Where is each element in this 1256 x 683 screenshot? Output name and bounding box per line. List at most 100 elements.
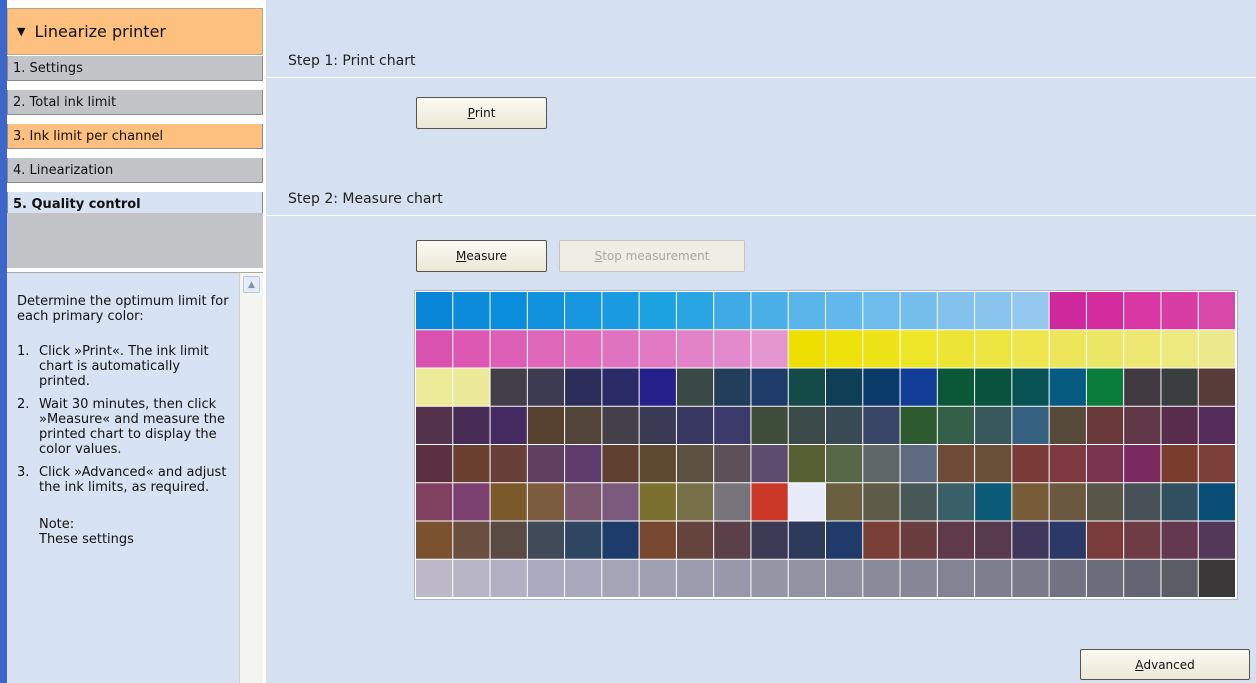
- color-patch: [453, 292, 490, 330]
- color-patch: [1086, 445, 1124, 483]
- color-patch: [1012, 521, 1049, 559]
- color-patch: [900, 330, 937, 368]
- color-patch: [900, 521, 937, 559]
- color-patch: [714, 521, 751, 559]
- color-patch: [565, 559, 602, 597]
- advanced-button-label: dvanced: [1143, 657, 1195, 672]
- color-patch: [527, 330, 565, 368]
- color-patch: [676, 406, 714, 444]
- color-patch: [1124, 559, 1161, 597]
- color-patch: [863, 445, 900, 483]
- color-patch: [639, 330, 676, 368]
- help-note: Note: These settings: [17, 517, 229, 547]
- color-patch: [1049, 559, 1086, 597]
- color-patch: [1198, 368, 1235, 406]
- color-patch: [416, 483, 453, 521]
- help-step-text: Click »Advanced« and adjust the ink limi…: [39, 465, 227, 495]
- color-patch: [900, 292, 937, 330]
- color-patch: [1198, 292, 1235, 330]
- color-patch: [714, 445, 751, 483]
- color-patch: [975, 330, 1012, 368]
- color-patch: [863, 330, 900, 368]
- help-scrollbar[interactable]: ▲: [239, 273, 263, 683]
- color-patch: [453, 368, 490, 406]
- measure-button[interactable]: Measure: [416, 240, 547, 272]
- color-patch: [788, 406, 825, 444]
- color-patch: [1124, 483, 1161, 521]
- sidebar-item-label: 4. Linearization: [13, 162, 114, 178]
- color-patch: [602, 406, 639, 444]
- advanced-button[interactable]: Advanced: [1080, 649, 1250, 680]
- color-patch: [714, 330, 751, 368]
- help-step-text: Wait 30 minutes, then click »Measure« an…: [39, 397, 226, 457]
- color-patch: [937, 330, 975, 368]
- color-patch: [863, 483, 900, 521]
- collapse-triangle-icon[interactable]: ▼: [17, 25, 25, 38]
- color-patch: [1049, 445, 1086, 483]
- color-patch: [602, 368, 639, 406]
- scroll-up-arrow-icon[interactable]: ▲: [243, 276, 260, 293]
- step1-title: Step 1: Print chart: [288, 53, 416, 69]
- color-patch: [527, 483, 565, 521]
- color-patch: [1086, 559, 1124, 597]
- color-patch: [975, 368, 1012, 406]
- color-patch: [1124, 368, 1161, 406]
- color-patch: [900, 368, 937, 406]
- color-patch: [1049, 406, 1086, 444]
- color-patch: [751, 406, 788, 444]
- color-patch: [527, 559, 565, 597]
- color-patch: [788, 292, 825, 330]
- window-left-edge: [0, 0, 7, 683]
- color-patch: [602, 330, 639, 368]
- color-patch: [527, 292, 565, 330]
- color-patch: [639, 483, 676, 521]
- section-header[interactable]: ▼ Linearize printer: [7, 8, 263, 55]
- color-patch: [453, 406, 490, 444]
- help-note-text: These settings: [39, 532, 134, 547]
- print-button[interactable]: Print: [416, 97, 547, 129]
- color-patch: [1049, 483, 1086, 521]
- color-patch: [788, 483, 825, 521]
- color-patch: [639, 406, 676, 444]
- color-patch: [416, 445, 453, 483]
- stop-measurement-button[interactable]: Stop measurement: [559, 240, 745, 272]
- color-patch: [1012, 483, 1049, 521]
- help-step: 3. Click »Advanced« and adjust the ink l…: [17, 465, 229, 495]
- color-patch: [1012, 406, 1049, 444]
- help-panel: Determine the optimum limit for each pri…: [7, 272, 263, 683]
- sidebar-item-settings[interactable]: 1. Settings: [7, 56, 263, 81]
- color-patch: [751, 559, 788, 597]
- color-patch: [751, 521, 788, 559]
- color-patch: [639, 521, 676, 559]
- color-patch: [565, 483, 602, 521]
- color-patch: [900, 559, 937, 597]
- color-patch: [1086, 483, 1124, 521]
- color-patch: [788, 445, 825, 483]
- color-patch: [602, 483, 639, 521]
- color-patch: [416, 330, 453, 368]
- color-patch: [937, 521, 975, 559]
- color-patch: [602, 521, 639, 559]
- color-patch: [1161, 330, 1198, 368]
- color-patch-grid: [416, 292, 1235, 597]
- color-patch: [639, 292, 676, 330]
- sidebar-item-label: 1. Settings: [13, 60, 83, 76]
- color-patch: [826, 292, 863, 330]
- color-patch: [714, 559, 751, 597]
- color-patch: [975, 292, 1012, 330]
- color-patch: [676, 521, 714, 559]
- color-patch: [639, 445, 676, 483]
- color-patch: [1012, 368, 1049, 406]
- sidebar-item-ink-limit-per-channel[interactable]: 3. Ink limit per channel: [7, 124, 263, 149]
- color-patch: [714, 368, 751, 406]
- color-patch: [826, 521, 863, 559]
- sidebar-item-linearization[interactable]: 4. Linearization: [7, 158, 263, 183]
- color-patch: [975, 406, 1012, 444]
- color-patch: [863, 521, 900, 559]
- color-patch: [1086, 521, 1124, 559]
- color-patch: [490, 445, 527, 483]
- color-patch: [751, 292, 788, 330]
- sidebar-item-total-ink-limit[interactable]: 2. Total ink limit: [7, 90, 263, 115]
- color-patch: [1198, 445, 1235, 483]
- color-patch: [490, 559, 527, 597]
